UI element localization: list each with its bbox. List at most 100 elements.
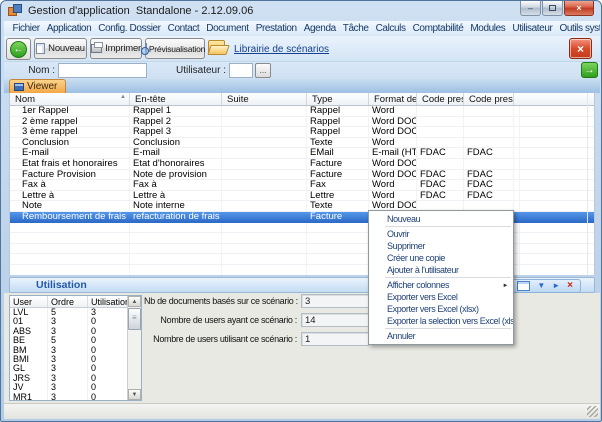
grid-row-3-me-rappel[interactable]: 3 ème rappelRappel 3RappelWord DOCX xyxy=(10,127,594,138)
column-header-type[interactable]: Type xyxy=(307,93,369,105)
menu-item-comptabilit[interactable]: Comptabilité xyxy=(409,23,467,34)
user-row-mr1[interactable]: MR130 xyxy=(10,393,141,401)
grid-row-fax[interactable]: Fax àFax àFaxWordFDACFDAC xyxy=(10,180,594,191)
grid-row-conclusion[interactable]: ConclusionConclusionTexteWord xyxy=(10,138,594,149)
menu-item-utilisateur[interactable]: Utilisateur xyxy=(509,23,556,34)
scroll-up-icon[interactable]: ▲ xyxy=(128,296,141,307)
go-arrow-icon: → xyxy=(585,65,595,76)
panel-close-icon[interactable]: × xyxy=(567,281,573,291)
utilisation-title: Utilisation xyxy=(36,279,87,291)
user-row-lvl[interactable]: LVL53 xyxy=(10,308,141,317)
user-row-01[interactable]: 0130 xyxy=(10,317,141,326)
column-header-nom[interactable]: Nom▲ xyxy=(10,93,130,105)
form-icon[interactable] xyxy=(517,281,530,291)
user-row-be[interactable]: BE50 xyxy=(10,336,141,345)
scroll-down-icon[interactable]: ▼ xyxy=(128,389,141,400)
imprimer-button[interactable]: Imprimer xyxy=(90,38,142,59)
window-title: Gestion d'application Standalone - 2.12.… xyxy=(28,5,253,17)
context-menu-item-exporter-la-selection-vers-excel-xlsx[interactable]: Exporter la selection vers Excel (xlsx) xyxy=(369,315,513,327)
user-row-bm[interactable]: BM30 xyxy=(10,346,141,355)
stat-value: 1 xyxy=(301,332,369,346)
folder-icon[interactable] xyxy=(208,40,228,55)
utilisateur-label: Utilisateur : xyxy=(164,65,226,76)
menu-item-application[interactable]: Application xyxy=(43,23,95,34)
user-column-header-utilisation[interactable]: Utilisation xyxy=(88,296,128,307)
utilisateur-input[interactable] xyxy=(229,63,253,78)
collapse-icon[interactable]: ▼ xyxy=(537,282,545,290)
column-header-en-t-te[interactable]: En-tête xyxy=(130,93,222,105)
menu-item-outils-syst-me[interactable]: Outils système xyxy=(556,23,600,34)
user-column-header-ordre[interactable]: Ordre xyxy=(48,296,88,307)
new-document-icon xyxy=(36,43,45,54)
context-menu-item-cr-er-une-copie[interactable]: Créer une copie xyxy=(369,252,513,264)
close-panel-button[interactable]: × xyxy=(569,38,592,59)
maximize-button[interactable] xyxy=(542,1,563,16)
context-menu-item-annuler[interactable]: Annuler xyxy=(369,330,513,342)
grid-header: Nom▲En-têteSuiteTypeFormat de s...Code p… xyxy=(10,93,594,106)
context-menu-item-supprimer[interactable]: Supprimer xyxy=(369,240,513,252)
user-row-bmi[interactable]: BMI30 xyxy=(10,355,141,364)
window-controls: – × xyxy=(519,1,594,16)
grid-scroll-divider xyxy=(587,93,588,275)
tab-viewer[interactable]: Viewer xyxy=(9,79,66,93)
menu-item-document[interactable]: Document xyxy=(203,23,252,34)
user-column-header-user[interactable]: User xyxy=(10,296,48,307)
nouveau-button[interactable]: Nouveau xyxy=(34,38,87,59)
minimize-button[interactable]: – xyxy=(520,1,541,16)
menu-item-prestation[interactable]: Prestation xyxy=(252,23,300,34)
menu-item-config-dossier[interactable]: Config. Dossier xyxy=(95,23,164,34)
user-row-jv[interactable]: JV30 xyxy=(10,383,141,392)
back-button[interactable]: ← xyxy=(6,38,31,60)
user-table-scrollbar[interactable]: ▲ ▼ xyxy=(127,296,141,400)
preview-icon xyxy=(145,43,147,54)
context-menu-item-nouveau[interactable]: Nouveau xyxy=(369,213,513,225)
close-window-button[interactable]: × xyxy=(564,1,594,16)
browse-button[interactable]: ... xyxy=(255,63,271,78)
column-header-format-de-s[interactable]: Format de s... xyxy=(369,93,417,105)
user-row-abs[interactable]: ABS30 xyxy=(10,327,141,336)
user-row-gl[interactable]: GL30 xyxy=(10,364,141,373)
context-menu: Nouveau OuvrirSupprimerCréer une copieAjo… xyxy=(368,210,514,345)
grid-row-lettre[interactable]: Lettre àLettre àLettreWordFDACFDAC xyxy=(10,191,594,202)
menu-item-t-che[interactable]: Tâche xyxy=(339,23,372,34)
stat-label: Nb de documents basés sur ce scénario : xyxy=(144,294,297,309)
context-menu-item-ajouter-l-utilisateur[interactable]: Ajouter à l'utilisateur xyxy=(369,264,513,276)
go-button[interactable]: → xyxy=(581,62,598,78)
resize-grip[interactable] xyxy=(587,406,598,417)
close-x-icon: × xyxy=(577,42,584,56)
menu-separator xyxy=(385,277,511,278)
menu-item-fichier[interactable]: Fichier xyxy=(9,23,43,34)
context-menu-item-exporter-vers-excel[interactable]: Exporter vers Excel xyxy=(369,291,513,303)
user-table-header: UserOrdreUtilisation xyxy=(10,296,141,308)
grid-row-e-mail[interactable]: E-mailE-mailEMailE-mail (HTML)FDACFDAC xyxy=(10,148,594,159)
menu-item-modules[interactable]: Modules xyxy=(467,23,509,34)
play-icon[interactable]: ► xyxy=(552,282,560,290)
previsualisation-button[interactable]: Prévisualisation xyxy=(145,38,205,59)
context-menu-item-afficher-colonnes[interactable]: Afficher colonnes► xyxy=(369,279,513,291)
grid-row-etat-frais-et-honoraires[interactable]: Etat frais et honorairesEtat d'honoraire… xyxy=(10,159,594,170)
librairie-link[interactable]: Librairie de scénarios xyxy=(234,44,329,55)
stat-label: Nombre de users utilisant ce scénario : xyxy=(144,332,297,347)
column-header-code-prestati[interactable]: Code prestati... xyxy=(464,93,514,105)
context-menu-item-ouvrir[interactable]: Ouvrir xyxy=(369,228,513,240)
nom-input[interactable] xyxy=(58,63,147,78)
app-icon xyxy=(8,4,23,18)
column-header-suite[interactable]: Suite xyxy=(222,93,307,105)
scrollbar-thumb[interactable] xyxy=(128,308,141,330)
menu-item-calculs[interactable]: Calculs xyxy=(372,23,409,34)
title-bar[interactable]: Gestion d'application Standalone - 2.12.… xyxy=(1,1,601,21)
nom-label: Nom : xyxy=(17,65,55,76)
stat-row: Nombre de users ayant ce scénario :14 xyxy=(144,313,369,328)
toolbar: ← Nouveau Imprimer Prévisualisation Libr… xyxy=(4,36,600,62)
menu-item-contact[interactable]: Contact xyxy=(164,23,203,34)
stat-row: Nombre de users utilisant ce scénario : 1 xyxy=(144,332,369,347)
column-header-code-presta[interactable]: Code presta... xyxy=(417,93,464,105)
context-menu-item-exporter-vers-excel-xlsx[interactable]: Exporter vers Excel (xlsx) xyxy=(369,303,513,315)
user-table: UserOrdreUtilisation LVL530130ABS30BE50B… xyxy=(9,295,142,401)
grid-row-2-me-rappel[interactable]: 2 ème rappelRappel 2RappelWord DOCX xyxy=(10,117,594,128)
back-arrow-icon: ← xyxy=(10,41,27,58)
menu-item-agenda[interactable]: Agenda xyxy=(300,23,339,34)
grid-row-1er-rappel[interactable]: 1er RappelRappel 1RappelWord xyxy=(10,106,594,117)
user-row-jrs[interactable]: JRS30 xyxy=(10,374,141,383)
grid-row-facture-provision[interactable]: Facture ProvisionNote de provisionFactur… xyxy=(10,170,594,181)
